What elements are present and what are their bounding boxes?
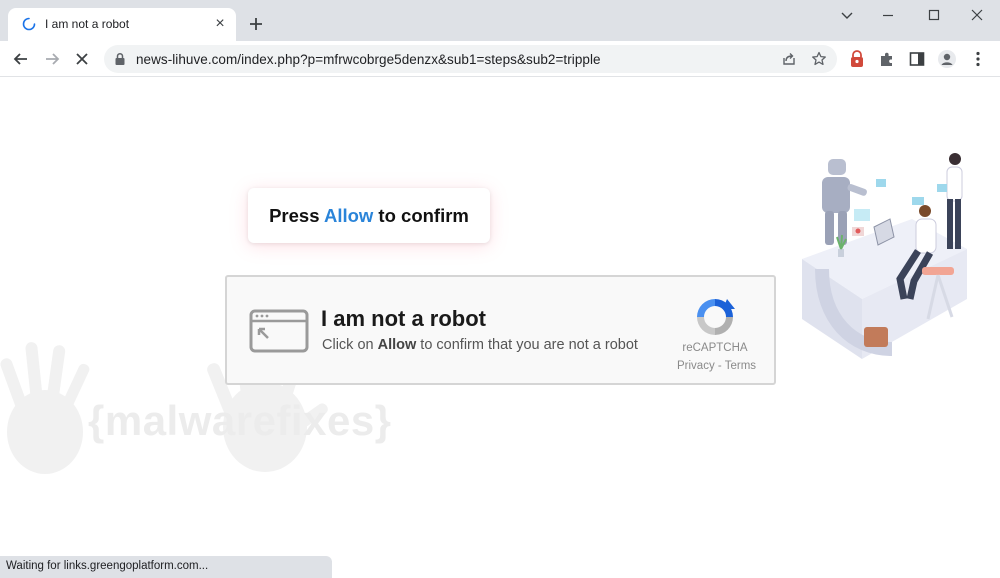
- captcha-sub-after: to confirm that you are not a robot: [416, 337, 638, 353]
- profile-icon[interactable]: [937, 49, 957, 69]
- extension-badge-icon[interactable]: [847, 49, 867, 69]
- browser-window-icon: [249, 309, 309, 353]
- tab-strip: I am not a robot ×: [0, 0, 1000, 41]
- lock-icon[interactable]: [114, 52, 126, 66]
- back-arrow-icon[interactable]: [10, 48, 32, 70]
- star-icon[interactable]: [810, 50, 828, 68]
- url-text[interactable]: news-lihuve.com/index.php?p=mfrwcobrge5d…: [136, 52, 601, 67]
- recaptcha-logo-icon: [697, 299, 735, 335]
- recaptcha-label: reCAPTCHA: [682, 342, 748, 354]
- browser-toolbar: news-lihuve.com/index.php?p=mfrwcobrge5d…: [0, 41, 1000, 77]
- watermark-text: {malwarefixes}: [88, 397, 392, 444]
- plus-icon[interactable]: [245, 13, 267, 35]
- fake-captcha-box[interactable]: I am not a robot Click on Allow to confi…: [225, 275, 776, 385]
- press-text-after: to confirm: [373, 205, 469, 226]
- press-allow-word: Allow: [323, 205, 374, 226]
- page-content: {malwarefixes} Press Allow to confirm I …: [0, 77, 1000, 578]
- chevron-down-icon[interactable]: [835, 6, 859, 24]
- address-bar[interactable]: news-lihuve.com/index.php?p=mfrwcobrge5d…: [104, 45, 837, 73]
- kebab-menu-icon[interactable]: [968, 49, 988, 69]
- captcha-sub-before: Click on: [322, 337, 378, 353]
- forward-arrow-icon[interactable]: [41, 48, 63, 70]
- browser-tab[interactable]: I am not a robot ×: [8, 8, 236, 41]
- puzzle-icon[interactable]: [877, 49, 897, 69]
- captcha-sub-allow: Allow: [377, 337, 417, 353]
- maximize-icon[interactable]: [922, 6, 946, 24]
- robot-office-illustration: [802, 153, 967, 359]
- tab-title: I am not a robot: [45, 17, 130, 31]
- status-text: Waiting for links.greengoplatform.com...: [6, 560, 209, 572]
- loading-spinner-icon: [22, 17, 36, 31]
- share-icon[interactable]: [780, 50, 798, 68]
- minimize-icon[interactable]: [876, 6, 900, 24]
- press-allow-prompt: Press Allow to confirm: [248, 188, 490, 243]
- press-text-before: Press: [269, 205, 324, 226]
- recaptcha-privacy-terms-link[interactable]: Privacy - Terms: [677, 360, 757, 372]
- captcha-subtitle: Click on Allow to confirm that you are n…: [322, 337, 638, 353]
- captcha-title: I am not a robot: [321, 306, 486, 331]
- press-allow-text: Press Allow to confirm: [248, 188, 490, 243]
- status-bar: Waiting for links.greengoplatform.com...: [0, 556, 332, 578]
- close-icon[interactable]: ×: [211, 15, 229, 33]
- stop-loading-icon[interactable]: [71, 48, 93, 70]
- side-panel-icon[interactable]: [907, 49, 927, 69]
- close-icon[interactable]: [965, 6, 989, 24]
